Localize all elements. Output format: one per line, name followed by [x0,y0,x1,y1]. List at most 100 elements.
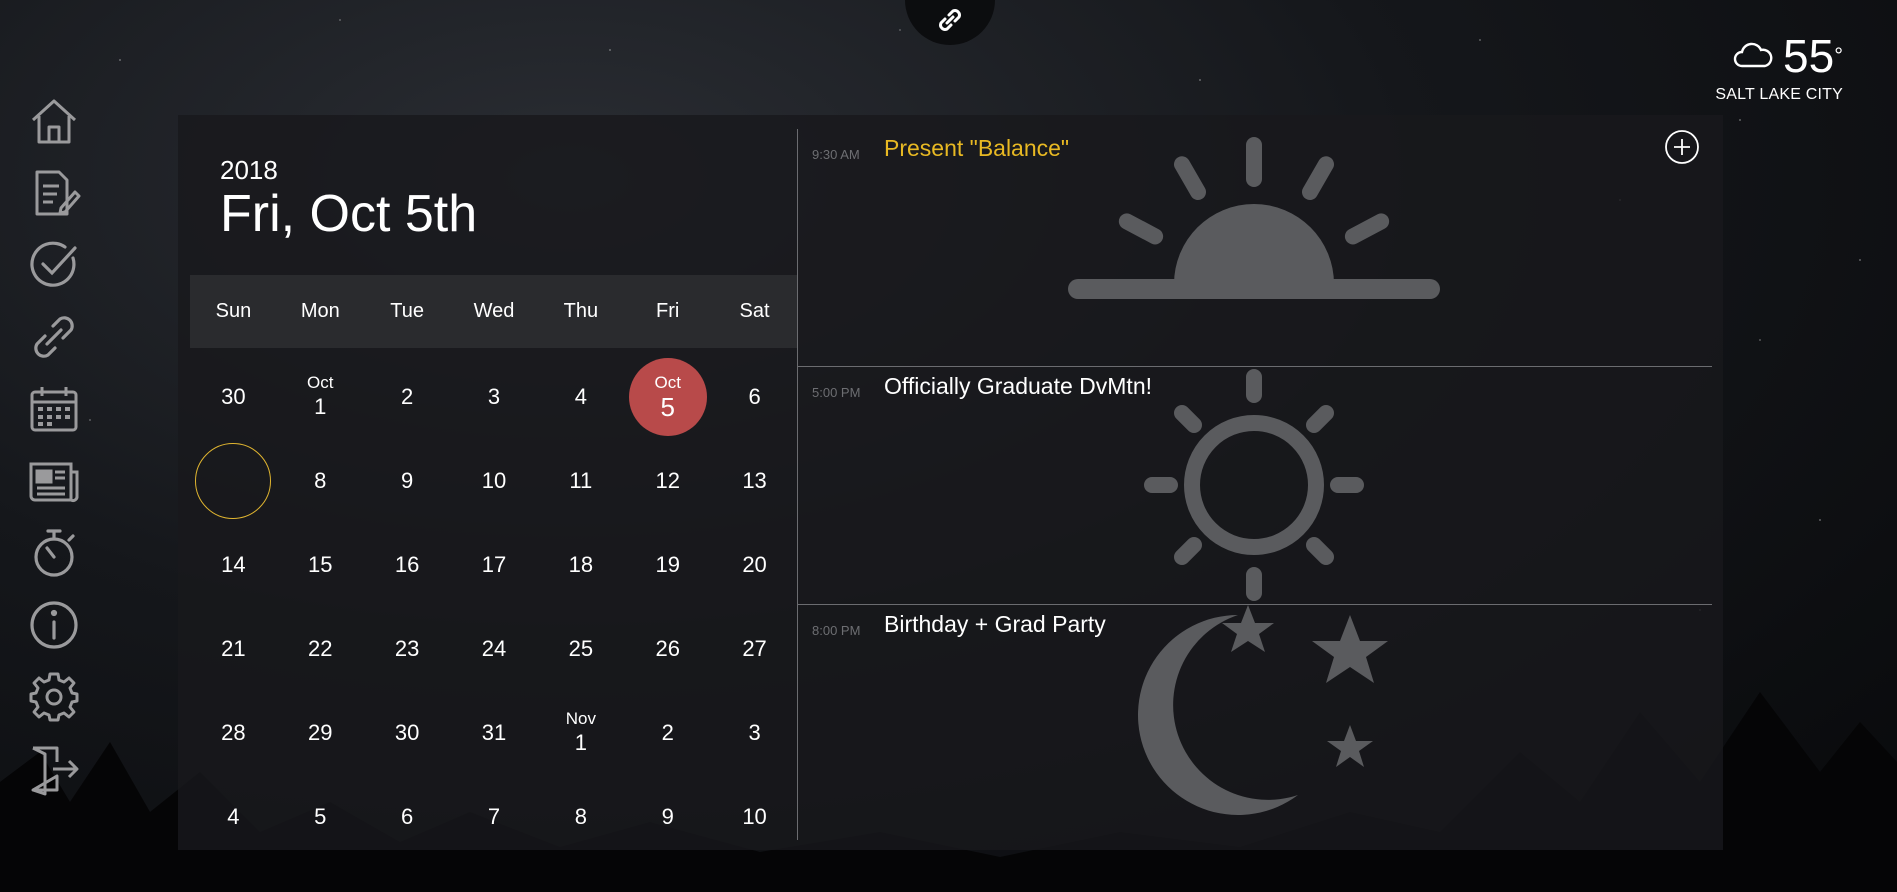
sidebar-item-settings[interactable] [25,668,83,726]
weekday-label: Sun [215,300,252,322]
link-icon [939,9,961,31]
sidebar-item-logout[interactable] [25,740,83,798]
calendar-day[interactable]: 27 [711,607,798,691]
calendar-day[interactable]: 2 [624,691,711,775]
calendar-panel: 2018 Fri, Oct 5th Sun Mon Tue Wed Thu Fr… [178,115,1723,850]
day-number: 16 [394,552,420,577]
calendar-day[interactable]: 19 [624,523,711,607]
day-number: 30 [394,720,420,745]
year-label: 2018 [220,155,278,185]
day-number: 6 [748,384,761,409]
month-abbrev: Oct [307,373,334,392]
weekday-label: Mon [300,300,340,322]
sidebar-item-timer[interactable] [25,524,83,582]
calendar-day[interactable]: 10 [451,439,538,523]
event-item[interactable]: 9:30 AM Present "Balance" [798,129,1712,367]
calendar-day[interactable]: 17 [451,523,538,607]
weekday-label: Wed [473,300,515,322]
event-title: Present "Balance" [884,135,1070,161]
calendar-day[interactable]: Oct 1 [277,355,364,439]
event-item[interactable]: 5:00 PM Officially Graduate DvMtn! [798,367,1712,605]
calendar-day[interactable]: 18 [537,523,624,607]
calendar-day[interactable]: 9 [364,439,451,523]
calendar-day[interactable]: 8 [537,775,624,859]
calendar-day[interactable]: 3 [711,691,798,775]
notes-icon [35,170,81,216]
calendar-day-selected[interactable]: Oct 5 [624,355,711,439]
calendar-day[interactable]: 6 [711,355,798,439]
calendar-day[interactable]: 31 [451,691,538,775]
sidebar-item-news[interactable] [25,452,83,510]
day-number: 12 [655,468,680,493]
calendar-day[interactable]: 23 [364,607,451,691]
stopwatch-icon [34,529,75,577]
calendar-day[interactable]: 7 [451,775,538,859]
sidebar-item-home[interactable] [25,92,83,150]
plus-circle-icon[interactable] [1664,129,1700,165]
calendar-day[interactable]: 8 [277,439,364,523]
calendar-day[interactable]: 9 [624,775,711,859]
calendar-day[interactable]: 6 [364,775,451,859]
calendar-day[interactable]: 2 [364,355,451,439]
calendar-day[interactable]: 11 [537,439,624,523]
calendar-day[interactable]: 16 [364,523,451,607]
day-number: 20 [742,552,767,577]
calendar-day[interactable]: 4 [190,775,277,859]
calendar-day[interactable]: 30 [364,691,451,775]
day-number: 4 [574,384,587,409]
weekday-label: Fri [656,300,680,322]
logout-icon [31,746,79,796]
link-button[interactable] [905,0,995,45]
day-number: 31 [481,720,507,745]
sidebar-item-info[interactable] [25,596,83,654]
day-number: 10 [481,468,507,493]
calendar-day[interactable]: 20 [711,523,798,607]
calendar-day[interactable]: 22 [277,607,364,691]
calendar-day[interactable]: 5 [277,775,364,859]
calendar-day[interactable]: 24 [451,607,538,691]
day-number: 7 [487,804,501,829]
calendar-day[interactable]: 28 [190,691,277,775]
moon-stars-icon [1138,605,1388,815]
calendar-day[interactable]: 13 [711,439,798,523]
sidebar-item-calendar[interactable] [25,380,83,438]
day-number: 23 [394,636,420,661]
day-number: 8 [314,468,327,493]
day-number: 5 [660,392,675,422]
calendar-day[interactable]: 14 [190,523,277,607]
calendar-day[interactable]: 10 [711,775,798,859]
calendar-day[interactable]: 3 [451,355,538,439]
day-number: 8 [574,804,587,829]
sidebar-nav [24,92,84,812]
day-number: 18 [568,552,594,577]
day-number: 29 [308,720,333,745]
calendar-day[interactable]: 12 [624,439,711,523]
calendar-day-today[interactable] [190,439,277,523]
day-number: 13 [742,468,767,493]
day-number: 14 [221,552,246,577]
event-time: 8:00 PM [812,623,861,638]
weekday-label: Thu [563,300,599,322]
temperature: 55° [1783,30,1843,82]
calendar-day[interactable]: Nov 1 [537,691,624,775]
calendar-day[interactable]: 26 [624,607,711,691]
event-item[interactable]: 8:00 PM Birthday + Grad Party [798,605,1712,842]
day-number: 1 [574,730,587,755]
calendar-day[interactable]: 29 [277,691,364,775]
link-icon [34,316,74,358]
calendar-day[interactable]: 30 [190,355,277,439]
calendar-day[interactable]: 15 [277,523,364,607]
sidebar-item-tasks[interactable] [25,236,83,294]
event-time: 5:00 PM [812,385,861,400]
day-number: 2 [401,384,414,409]
calendar-day[interactable]: 21 [190,607,277,691]
day-number: 28 [221,720,246,745]
calendar-day[interactable]: 25 [537,607,624,691]
sunrise-icon [1068,137,1440,299]
sidebar-item-links[interactable] [25,308,83,366]
gear-icon [29,672,79,722]
month-abbrev: Nov [565,709,596,728]
sidebar-item-notes[interactable] [25,164,83,222]
calendar-day[interactable]: 4 [537,355,624,439]
day-number: 5 [314,804,327,829]
